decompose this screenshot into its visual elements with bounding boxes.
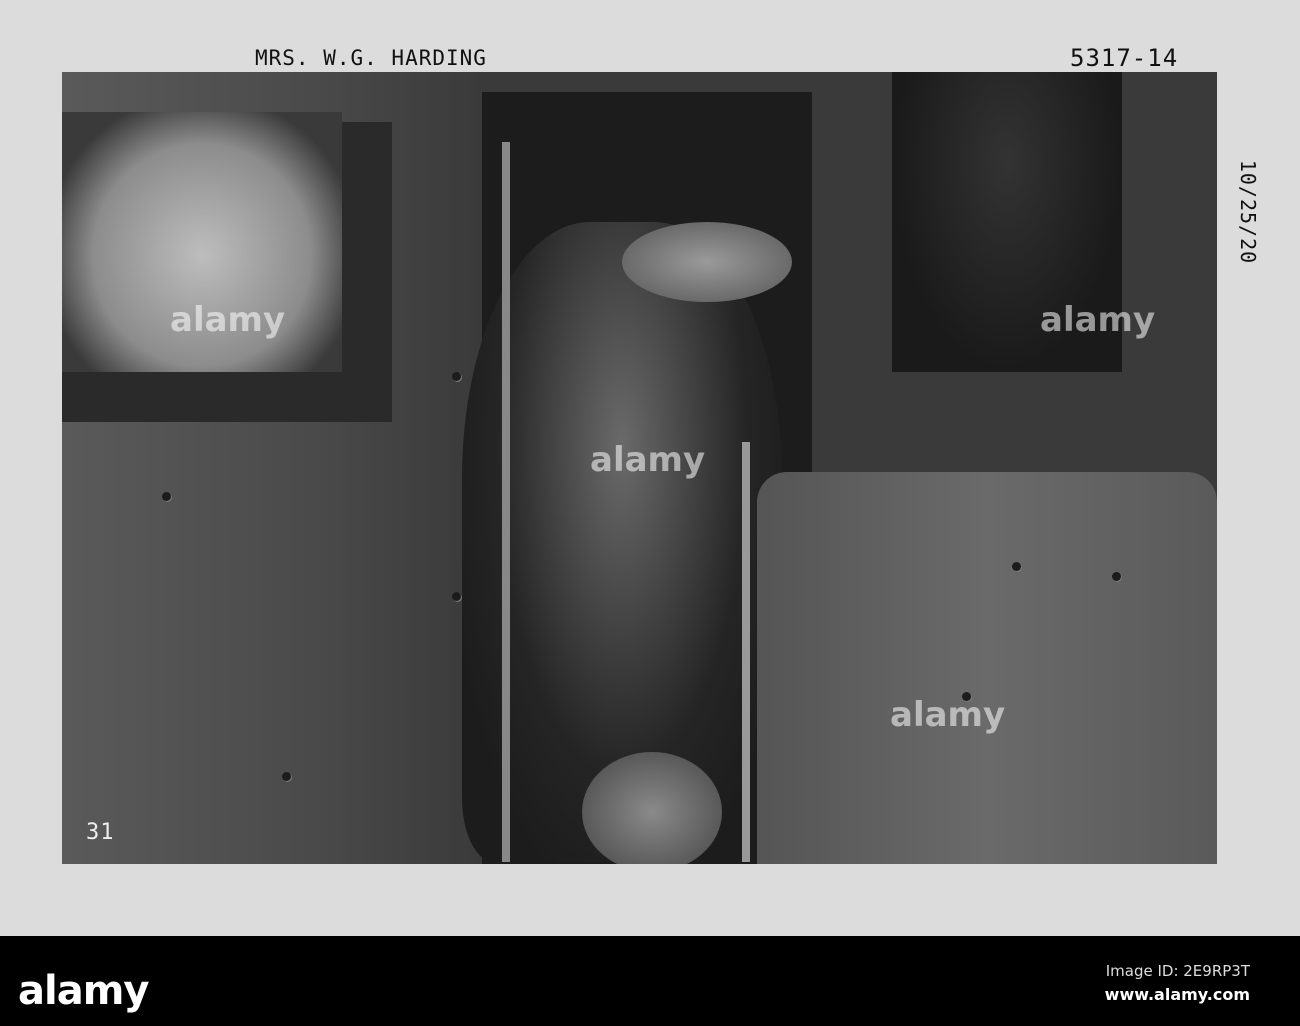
date-note: 10/25/20 xyxy=(1236,159,1261,265)
website-link[interactable]: www.alamy.com xyxy=(1105,985,1250,1004)
watermark: alamy xyxy=(890,695,1006,735)
tender-wall xyxy=(757,472,1217,864)
rivet xyxy=(1112,572,1121,581)
caption-text: MRS. W.G. HARDING xyxy=(255,46,487,70)
alamy-logo: alamy xyxy=(18,968,149,1014)
rivet xyxy=(282,772,291,781)
rivet xyxy=(162,492,171,501)
rivet xyxy=(1012,562,1021,571)
handrail-right xyxy=(742,442,750,862)
rivet xyxy=(452,592,461,601)
head-bottom xyxy=(582,752,722,864)
straw-hat xyxy=(622,222,792,302)
watermark: alamy xyxy=(590,440,706,480)
car-number: 31 xyxy=(86,820,115,845)
photograph: MRS. W.G. HARDING 5317-14 10/25/20 31 al… xyxy=(0,0,1300,936)
image-id: Image ID: 2E9RP3T xyxy=(1105,962,1250,980)
rivet xyxy=(452,372,461,381)
footer-bar xyxy=(0,936,1300,1026)
watermark: alamy xyxy=(1040,300,1156,340)
negative-number: 5317-14 xyxy=(1070,44,1179,72)
watermark: alamy xyxy=(170,300,286,340)
handrail-left xyxy=(502,142,510,862)
